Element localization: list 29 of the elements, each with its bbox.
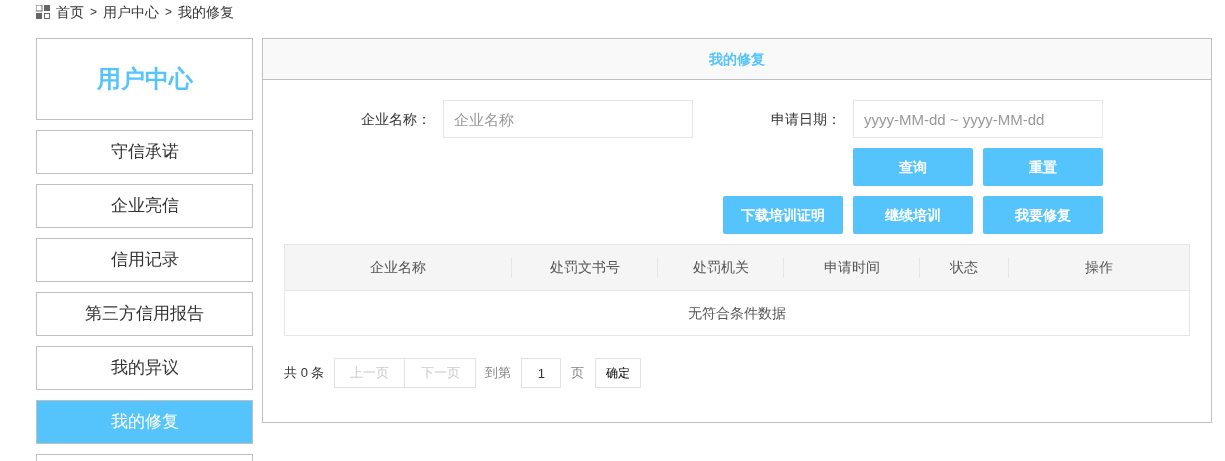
page-suffix: 页 — [571, 364, 585, 383]
breadcrumb-separator: > — [165, 4, 173, 21]
input-field[interactable]: yyyy-MM-dd ~ yyyy-MM-dd — [853, 100, 1103, 138]
field-label: 企业名称： — [361, 109, 431, 129]
sidebar-item[interactable]: 企业亮信 — [36, 184, 253, 228]
grid-icon — [36, 5, 50, 19]
empty-message: 无符合条件数据 — [688, 303, 786, 323]
input-field[interactable]: 企业名称 — [443, 100, 693, 138]
goto-label: 到第 — [485, 364, 512, 383]
panel-title: 我的修复 — [709, 49, 765, 69]
sidebar-title: 用户中心 — [36, 38, 253, 120]
total-count: 共 0 条 — [284, 364, 325, 383]
column-header: 状态 — [950, 258, 978, 277]
sidebar-item[interactable]: 第三方信用报告 — [36, 292, 253, 336]
sidebar-item[interactable]: 信用记录 — [36, 238, 253, 282]
column-header: 处罚机关 — [692, 258, 749, 277]
breadcrumb-separator: > — [90, 4, 97, 21]
page-input[interactable]: 1 — [521, 358, 562, 388]
confirm-button[interactable]: 确定 — [595, 358, 642, 388]
breadcrumb-link[interactable]: 我的修复 — [178, 1, 235, 23]
sidebar-item[interactable]: 我的异议 — [36, 346, 253, 390]
column-header: 申请时间 — [823, 258, 880, 277]
column-header: 操作 — [1085, 258, 1113, 277]
breadcrumb-link[interactable]: 首页 — [56, 1, 84, 23]
field-label: 申请日期： — [771, 109, 841, 129]
column-header: 企业名称 — [370, 258, 426, 277]
column-header: 处罚文书号 — [549, 258, 620, 277]
breadcrumb-link[interactable]: 用户中心 — [103, 1, 159, 23]
sidebar-item[interactable]: 守信承诺 — [36, 130, 253, 174]
